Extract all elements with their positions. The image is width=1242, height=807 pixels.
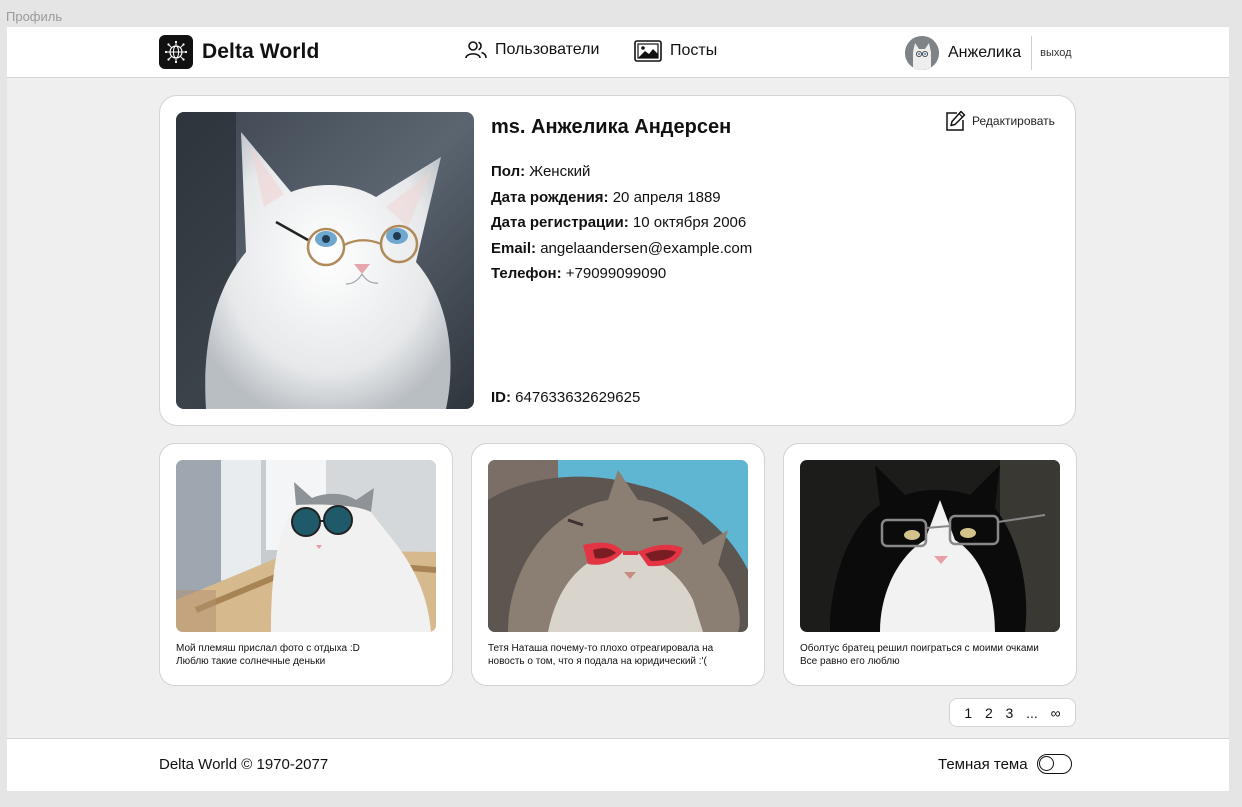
- page-ellipsis[interactable]: ...: [1026, 705, 1038, 721]
- divider: [1031, 36, 1033, 70]
- toggle-knob: [1038, 756, 1054, 771]
- profile-info: Пол: Женский Дата рождения: 20 апреля 18…: [491, 159, 752, 287]
- info-value: angelaandersen@example.com: [540, 239, 753, 257]
- info-label: Email:: [491, 239, 537, 257]
- profile-name: ms. Анжелика Андерсен: [491, 116, 732, 138]
- post-caption: Оболтус братец решил поиграться с моими …: [800, 642, 1070, 668]
- info-label: Дата регистрации:: [491, 214, 629, 231]
- profile-photo: [176, 112, 474, 409]
- info-value: Женский: [529, 163, 591, 180]
- user-menu: Анжелика выход: [905, 36, 1072, 70]
- post-caption-line: Все равно его люблю: [800, 656, 900, 667]
- post-photo: [800, 460, 1060, 632]
- nav-posts[interactable]: Посты: [634, 40, 717, 62]
- logo-text: Delta World: [202, 40, 320, 63]
- post-photo: [488, 460, 748, 632]
- info-row-phone: Телефон: +79099099090: [491, 261, 752, 287]
- info-label: Телефон:: [491, 265, 562, 282]
- edit-button[interactable]: Редактировать: [944, 110, 1055, 132]
- globe-network-icon: [159, 35, 193, 69]
- post-caption: Мой племяш прислал фото с отдыха :D Любл…: [176, 642, 446, 668]
- profile-card: ms. Анжелика Андерсен Пол: Женский Дата …: [159, 95, 1076, 426]
- info-value: +79099099090: [565, 265, 667, 282]
- logout-link[interactable]: выход: [1040, 47, 1071, 59]
- logo[interactable]: Delta World: [159, 35, 319, 69]
- post-card[interactable]: Оболтус братец решил поиграться с моими …: [783, 443, 1077, 686]
- info-label: Пол:: [491, 163, 526, 180]
- info-label: Дата рождения:: [491, 188, 609, 206]
- info-value: 20 апреля 1889: [612, 188, 721, 206]
- users-icon: [465, 41, 487, 59]
- page-link-2[interactable]: 2: [985, 705, 993, 721]
- id-label: ID:: [491, 389, 511, 406]
- info-row-gender: Пол: Женский: [491, 159, 752, 185]
- info-value: 10 октября 2006: [632, 214, 747, 231]
- post-caption-line: Тетя Наташа почему-то плохо отреагировал…: [488, 643, 714, 654]
- page-link-3[interactable]: 3: [1006, 705, 1014, 721]
- avatar[interactable]: [905, 36, 939, 70]
- post-card[interactable]: Тетя Наташа почему-то плохо отреагировал…: [471, 443, 765, 686]
- pagination: 1 2 3 ... ∞: [949, 698, 1076, 727]
- dark-theme-toggle[interactable]: [1036, 754, 1072, 774]
- header: Delta World Пользователи Посты Анжелика …: [7, 27, 1229, 78]
- edit-label: Редактировать: [972, 114, 1055, 128]
- id-value: 647633632629625: [515, 389, 641, 406]
- post-caption: Тетя Наташа почему-то плохо отреагировал…: [488, 642, 758, 668]
- copyright: Delta World © 1970-2077: [159, 756, 329, 773]
- theme-label: Темная тема: [938, 755, 1028, 773]
- footer: Delta World © 1970-2077 Темная тема: [7, 738, 1229, 791]
- info-row-birthdate: Дата рождения: 20 апреля 1889: [491, 185, 752, 211]
- post-card[interactable]: Мой племяш прислал фото с отдыха :D Любл…: [159, 443, 453, 686]
- user-name[interactable]: Анжелика: [948, 44, 1021, 62]
- nav-posts-label: Посты: [670, 42, 718, 59]
- post-caption-line: Люблю такие солнечные деньки: [176, 656, 326, 667]
- app-frame: Delta World Пользователи Посты Анжелика …: [7, 27, 1229, 791]
- edit-icon: [946, 110, 966, 131]
- info-row-email: Email: angelaandersen@example.com: [491, 236, 752, 262]
- nav-users-label: Пользователи: [495, 41, 600, 58]
- post-caption-line: Мой племяш прислал фото с отдыха :D: [176, 643, 360, 654]
- page-link-1[interactable]: 1: [964, 705, 972, 721]
- info-row-registration: Дата регистрации: 10 октября 2006: [491, 210, 752, 236]
- post-caption-line: Оболтус братец решил поиграться с моими …: [800, 643, 1039, 654]
- post-photo: [176, 460, 436, 632]
- theme-switch: Темная тема: [938, 754, 1072, 774]
- profile-id: ID: 647633632629625: [491, 389, 640, 406]
- frame-label: Профиль: [6, 9, 63, 24]
- nav-users[interactable]: Пользователи: [465, 40, 599, 60]
- post-caption-line: новость о том, что я подала на юридическ…: [488, 656, 707, 667]
- image-icon: [634, 40, 662, 62]
- page-link-last[interactable]: ∞: [1051, 705, 1061, 721]
